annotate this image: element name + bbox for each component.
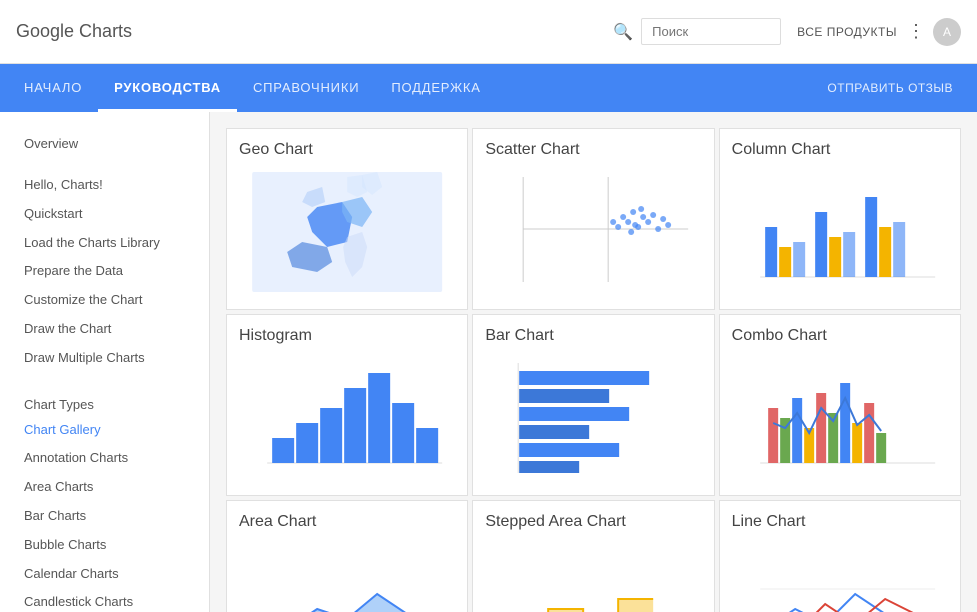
app-logo: Google Charts bbox=[16, 21, 613, 42]
sidebar-link-annotation[interactable]: Annotation Charts bbox=[0, 444, 209, 473]
search-icon: 🔍 bbox=[613, 22, 633, 42]
content-area: Geo Chart bbox=[210, 112, 977, 612]
sidebar-link-candlestick[interactable]: Candlestick Charts bbox=[0, 588, 209, 612]
chart-area-scatter bbox=[485, 167, 701, 297]
chart-title-scatter: Scatter Chart bbox=[485, 141, 701, 159]
chart-area-geo bbox=[239, 167, 455, 297]
nav-feedback-link[interactable]: ОТПРАВИТЬ ОТЗЫВ bbox=[811, 64, 969, 112]
sidebar-link-customize[interactable]: Customize the Chart bbox=[0, 286, 209, 315]
sidebar-link-gallery[interactable]: Chart Gallery bbox=[0, 416, 209, 445]
sidebar-link-quickstart[interactable]: Quickstart bbox=[0, 200, 209, 229]
account-avatar[interactable]: A bbox=[933, 18, 961, 46]
chart-card-stepped[interactable]: Stepped Area Chart bbox=[472, 500, 714, 612]
nav-item-home[interactable]: НАЧАЛО bbox=[8, 64, 98, 112]
sidebar-link-area[interactable]: Area Charts bbox=[0, 473, 209, 502]
chart-area-area bbox=[239, 539, 455, 612]
chart-title-stepped: Stepped Area Chart bbox=[485, 513, 701, 531]
nav-item-support[interactable]: ПОДДЕРЖКА bbox=[375, 64, 496, 112]
chart-area-histogram bbox=[239, 353, 455, 483]
chart-title-bar: Bar Chart bbox=[485, 327, 701, 345]
search-area: 🔍 bbox=[613, 18, 781, 45]
chart-area-stepped bbox=[485, 539, 701, 612]
sidebar-link-draw[interactable]: Draw the Chart bbox=[0, 315, 209, 344]
histogram-svg bbox=[239, 353, 455, 483]
chart-title-geo: Geo Chart bbox=[239, 141, 455, 159]
sidebar-link-hello[interactable]: Hello, Charts! bbox=[0, 171, 209, 200]
nav-item-guides[interactable]: РУКОВОДСТВА bbox=[98, 64, 237, 112]
geo-chart-svg bbox=[239, 167, 455, 297]
all-products-link[interactable]: ВСЕ ПРОДУКТЫ bbox=[797, 25, 897, 39]
chart-area-line bbox=[732, 539, 948, 612]
nav-item-reference[interactable]: СПРАВОЧНИКИ bbox=[237, 64, 375, 112]
chart-card-combo[interactable]: Combo Chart bbox=[719, 314, 961, 496]
sidebar-chart-types-label: Chart Types bbox=[0, 389, 209, 416]
chart-area-column bbox=[732, 167, 948, 297]
chart-area-bar bbox=[485, 353, 701, 483]
area-chart-svg bbox=[239, 539, 455, 612]
sidebar: Overview Hello, Charts! Quickstart Load … bbox=[0, 112, 210, 612]
chart-title-line: Line Chart bbox=[732, 513, 948, 531]
chart-title-combo: Combo Chart bbox=[732, 327, 948, 345]
sidebar-link-load[interactable]: Load the Charts Library bbox=[0, 229, 209, 258]
chart-card-line[interactable]: Line Chart bbox=[719, 500, 961, 612]
chart-grid: Geo Chart bbox=[226, 128, 961, 612]
main-layout: Overview Hello, Charts! Quickstart Load … bbox=[0, 112, 977, 612]
chart-title-area: Area Chart bbox=[239, 513, 455, 531]
chart-card-area[interactable]: Area Chart bbox=[226, 500, 468, 612]
sidebar-link-bubble[interactable]: Bubble Charts bbox=[0, 531, 209, 560]
chart-area-combo bbox=[732, 353, 948, 483]
stepped-chart-svg bbox=[485, 539, 701, 612]
bar-chart-svg bbox=[485, 353, 701, 483]
chart-card-bar[interactable]: Bar Chart bbox=[472, 314, 714, 496]
chart-card-geo[interactable]: Geo Chart bbox=[226, 128, 468, 310]
sidebar-link-draw-multiple[interactable]: Draw Multiple Charts bbox=[0, 344, 209, 373]
chart-title-column: Column Chart bbox=[732, 141, 948, 159]
chart-card-scatter[interactable]: Scatter Chart bbox=[472, 128, 714, 310]
combo-chart-svg bbox=[732, 353, 948, 483]
header: Google Charts 🔍 ВСЕ ПРОДУКТЫ ⋮ A bbox=[0, 0, 977, 64]
chart-card-histogram[interactable]: Histogram bbox=[226, 314, 468, 496]
sidebar-overview[interactable]: Overview bbox=[0, 128, 209, 155]
sidebar-link-prepare[interactable]: Prepare the Data bbox=[0, 257, 209, 286]
column-chart-svg bbox=[732, 167, 948, 297]
search-input[interactable] bbox=[641, 18, 781, 45]
sidebar-link-bar[interactable]: Bar Charts bbox=[0, 502, 209, 531]
sidebar-link-calendar[interactable]: Calendar Charts bbox=[0, 560, 209, 589]
chart-title-histogram: Histogram bbox=[239, 327, 455, 345]
line-chart-svg bbox=[732, 539, 948, 612]
nav-bar: НАЧАЛО РУКОВОДСТВА СПРАВОЧНИКИ ПОДДЕРЖКА… bbox=[0, 64, 977, 112]
scatter-chart-svg bbox=[485, 167, 701, 297]
more-icon[interactable]: ⋮ bbox=[907, 21, 925, 42]
chart-card-column[interactable]: Column Chart bbox=[719, 128, 961, 310]
